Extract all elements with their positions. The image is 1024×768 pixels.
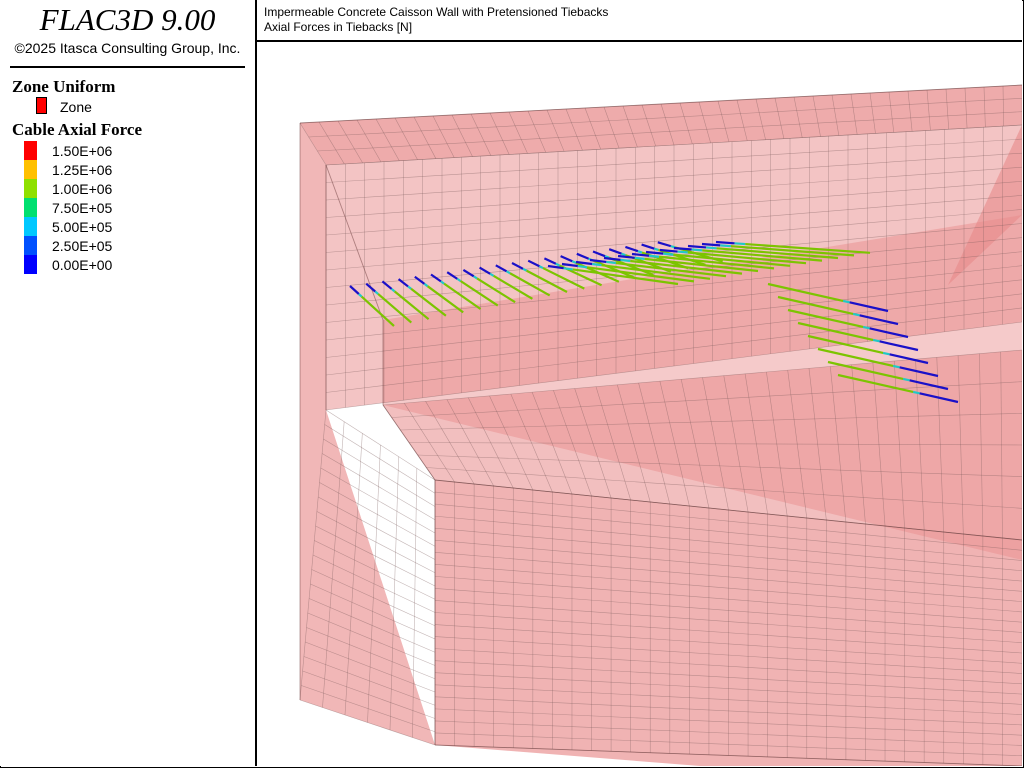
cable-legend-item: 1.00E+06: [24, 179, 204, 198]
cable-cyan-segment: [606, 260, 617, 265]
model-viewport[interactable]: [257, 42, 1022, 766]
legend-swatch: [24, 236, 37, 255]
cable-cyan-segment: [654, 247, 659, 251]
cable-cyan-segment: [882, 351, 890, 356]
cable-legend-item: 0.00E+00: [24, 255, 204, 274]
cable-cyan-segment: [591, 262, 602, 267]
cable-cyan-segment: [634, 256, 645, 260]
cable-cyan-segment: [555, 262, 560, 267]
cable-cyan-segment: [862, 325, 870, 330]
legend-label: 5.00E+05: [52, 219, 113, 235]
cable-blue-segment: [701, 242, 721, 247]
legend-swatch: [24, 141, 37, 160]
legend-label: 1.00E+06: [52, 181, 113, 197]
cable-legend-item: 7.50E+05: [24, 198, 204, 217]
legend-label: 0.00E+00: [52, 257, 113, 273]
legend-swatch: [24, 217, 37, 236]
cable-cyan-segment: [563, 267, 573, 271]
cable-cyan-segment: [637, 250, 643, 254]
cable-legend-title: Cable Axial Force: [12, 120, 142, 139]
legend-label: 1.50E+06: [52, 143, 113, 159]
cable-cyan-segment: [902, 377, 910, 382]
legend-panel: FLAC3D 9.00 ©2025 Itasca Consulting Grou…: [0, 0, 257, 766]
plot-subtitle: Axial Forces in Tiebacks [N]: [264, 20, 413, 34]
cable-blue-segment: [715, 240, 735, 245]
cable-cyan-segment: [720, 244, 732, 248]
cable-legend-item: 2.50E+05: [24, 236, 204, 255]
cable-blue-segment: [673, 246, 692, 251]
model-view[interactable]: [257, 42, 1022, 766]
zone-color-swatch: [36, 97, 47, 114]
legend-swatch: [24, 255, 37, 274]
legend-label: 7.50E+05: [52, 200, 113, 216]
zone-legend-title: Zone Uniform: [12, 77, 116, 96]
legend-swatch: [24, 198, 37, 217]
zone-legend-label: Zone: [60, 99, 92, 115]
app-title: FLAC3D 9.00: [39, 2, 216, 37]
cable-cyan-segment: [705, 246, 717, 250]
legend-swatch: [24, 160, 37, 179]
cable-cyan-segment: [892, 364, 900, 369]
cable-cyan-segment: [620, 258, 631, 263]
cable-cyan-segment: [734, 242, 746, 246]
cable-cyan-segment: [663, 252, 674, 256]
cable-cyan-segment: [648, 254, 660, 258]
cable-cyan-segment: [842, 299, 850, 304]
legend-swatch: [24, 179, 37, 198]
cable-legend-item: 5.00E+05: [24, 217, 204, 236]
title-divider: [10, 66, 245, 68]
zone-mesh: [300, 85, 1022, 766]
cable-cyan-segment: [621, 252, 626, 257]
cable-cyan-segment: [912, 390, 920, 395]
cable-cyan-segment: [577, 264, 588, 269]
copyright-text: ©2025 Itasca Consulting Group, Inc.: [14, 40, 241, 56]
cable-legend-item: 1.50E+06: [24, 141, 204, 160]
cable-cyan-segment: [571, 260, 577, 264]
legend-label: 1.25E+06: [52, 162, 113, 178]
cable-cyan-segment: [852, 312, 860, 317]
cable-cyan-segment: [691, 248, 703, 252]
plot-header: Impermeable Concrete Caisson Wall with P…: [257, 0, 1022, 42]
legend-label: 2.50E+05: [52, 238, 113, 254]
cable-cyan-segment: [872, 338, 880, 343]
cable-cyan-segment: [677, 250, 688, 254]
cable-blue-segment: [687, 244, 707, 249]
cable-legend-item: 1.25E+06: [24, 160, 204, 179]
plot-title: Impermeable Concrete Caisson Wall with P…: [264, 5, 609, 19]
